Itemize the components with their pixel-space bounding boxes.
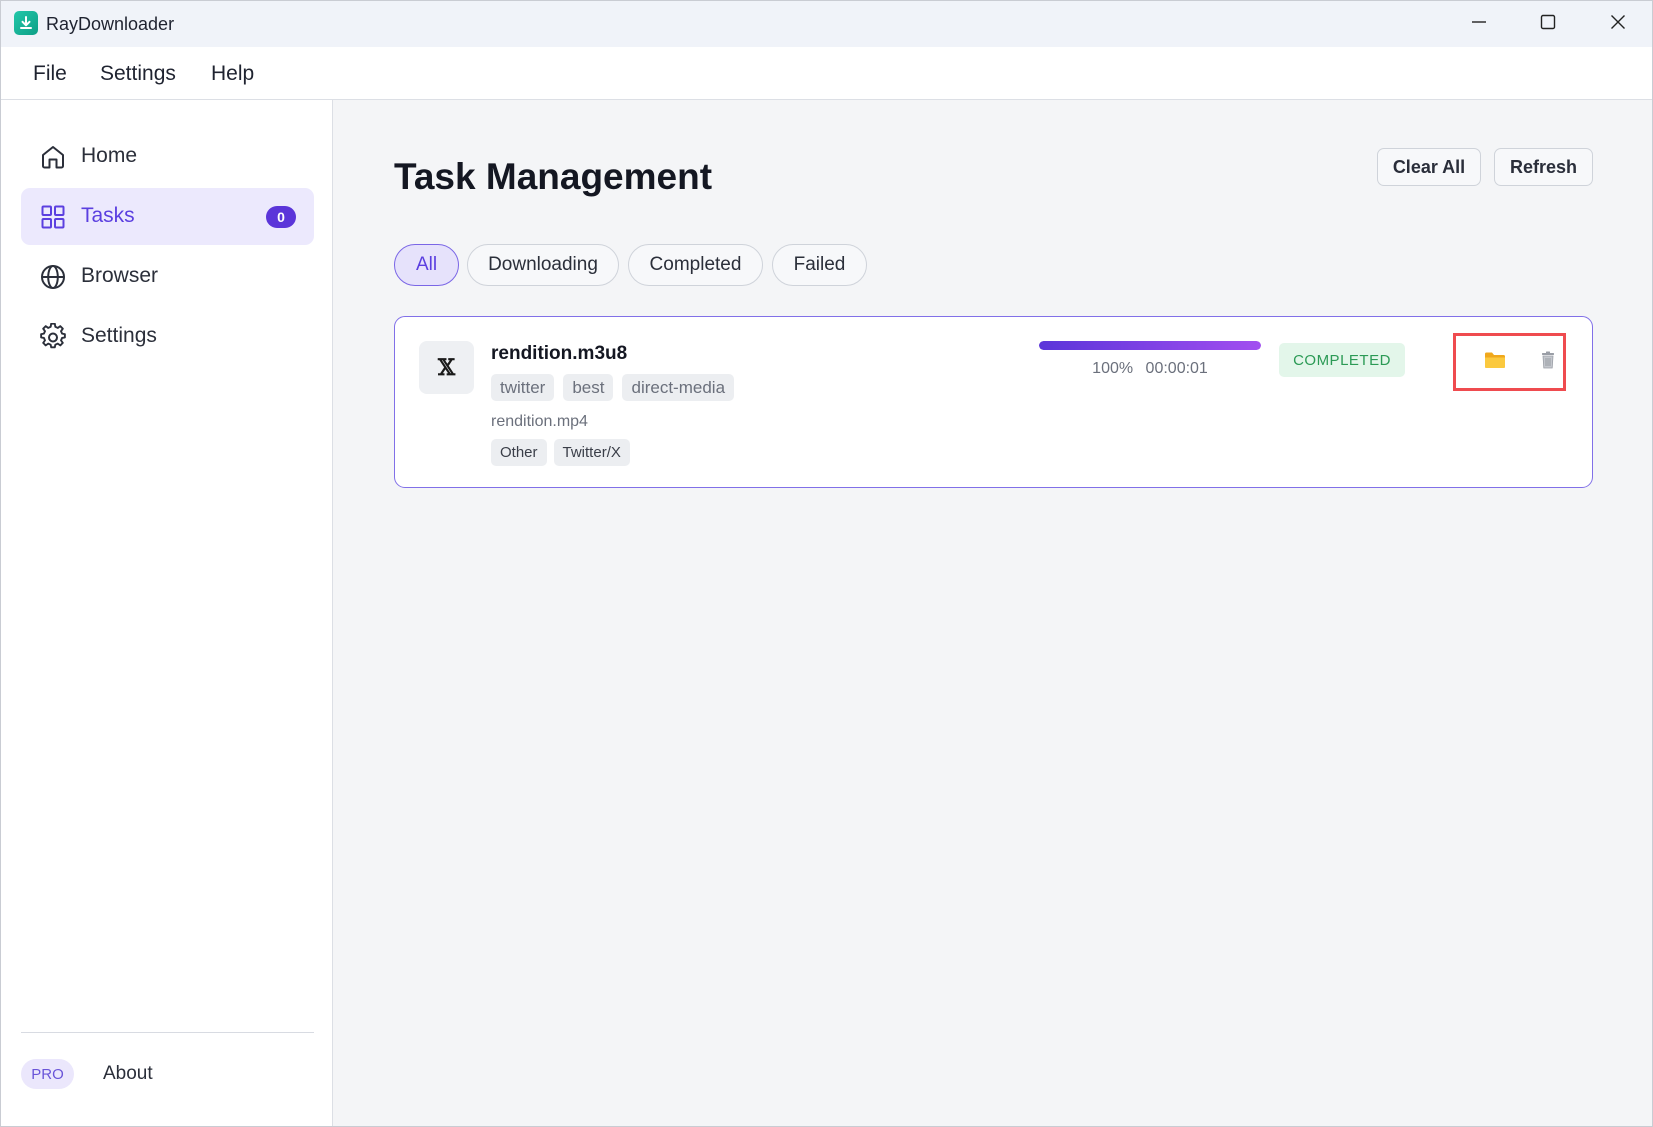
sidebar-divider <box>21 1032 314 1033</box>
about-link[interactable]: About <box>103 1063 153 1085</box>
task-tag: twitter <box>491 374 555 401</box>
clear-all-button[interactable]: Clear All <box>1377 148 1481 186</box>
maximize-icon <box>1540 14 1556 35</box>
sidebar-item-label: Home <box>81 144 138 167</box>
main-content: Task Management Clear All Refresh All Do… <box>334 100 1652 1126</box>
maximize-button[interactable] <box>1513 1 1583 47</box>
tab-all[interactable]: All <box>394 244 459 286</box>
sidebar-item-home[interactable]: Home <box>21 128 314 185</box>
elapsed-time: 00:00:01 <box>1145 360 1208 377</box>
minimize-button[interactable] <box>1444 1 1514 47</box>
task-output-filename: rendition.mp4 <box>491 413 588 430</box>
sidebar-item-label: Settings <box>81 324 157 347</box>
task-name: rendition.m3u8 <box>491 343 628 364</box>
page-title: Task Management <box>394 156 713 197</box>
minimize-icon <box>1471 14 1487 35</box>
sidebar-item-browser[interactable]: Browser <box>21 248 314 305</box>
progress-percent: 100% <box>1092 360 1134 377</box>
trash-icon <box>1541 351 1555 374</box>
menu-settings[interactable]: Settings <box>100 62 176 86</box>
sidebar-item-label: Browser <box>81 264 159 287</box>
tab-failed[interactable]: Failed <box>772 244 867 286</box>
sidebar-item-tasks[interactable]: Tasks 0 <box>21 188 314 245</box>
home-icon <box>39 143 67 171</box>
globe-icon <box>39 263 67 291</box>
menu-file[interactable]: File <box>33 62 67 86</box>
tab-downloading[interactable]: Downloading <box>467 244 619 286</box>
window-title: RayDownloader <box>46 14 175 34</box>
pro-badge[interactable]: PRO <box>21 1059 74 1089</box>
app-window: RayDownloader File Settings Help Home Ta… <box>0 0 1653 1127</box>
close-icon <box>1610 14 1626 35</box>
open-folder-button[interactable] <box>1482 350 1508 374</box>
x-logo-icon: 𝕏 <box>419 341 474 394</box>
tab-completed[interactable]: Completed <box>628 244 763 286</box>
status-badge: COMPLETED <box>1279 343 1405 377</box>
task-category-tag: Other <box>491 439 547 466</box>
task-actions-highlight <box>1453 333 1566 391</box>
task-source-tag: Twitter/X <box>553 439 630 466</box>
sidebar: Home Tasks 0 Browser Settings PRO About <box>1 100 333 1126</box>
sidebar-item-label: Tasks <box>81 204 135 227</box>
task-meta: Other Twitter/X <box>491 439 630 466</box>
task-tag: best <box>563 374 614 401</box>
gear-icon <box>39 322 67 351</box>
close-button[interactable] <box>1583 1 1652 47</box>
progress-bar <box>1039 341 1261 350</box>
task-card[interactable]: 𝕏 rendition.m3u8 twitter best direct-med… <box>394 316 1593 488</box>
sidebar-item-settings[interactable]: Settings <box>21 308 314 365</box>
progress-bar-fill <box>1039 341 1261 350</box>
delete-task-button[interactable] <box>1535 350 1561 374</box>
menu-bar: File Settings Help <box>1 47 1652 100</box>
task-tags: twitter best direct-media <box>491 374 735 401</box>
menu-help[interactable]: Help <box>211 62 254 86</box>
folder-icon <box>1484 351 1506 374</box>
progress-text: 100% 00:00:01 <box>1039 360 1261 378</box>
grid-icon <box>39 203 67 231</box>
refresh-button[interactable]: Refresh <box>1494 148 1593 186</box>
title-bar[interactable]: RayDownloader <box>1 1 1652 47</box>
download-app-icon <box>14 11 38 35</box>
task-tag: direct-media <box>622 374 735 401</box>
tasks-count-badge: 0 <box>266 206 296 228</box>
